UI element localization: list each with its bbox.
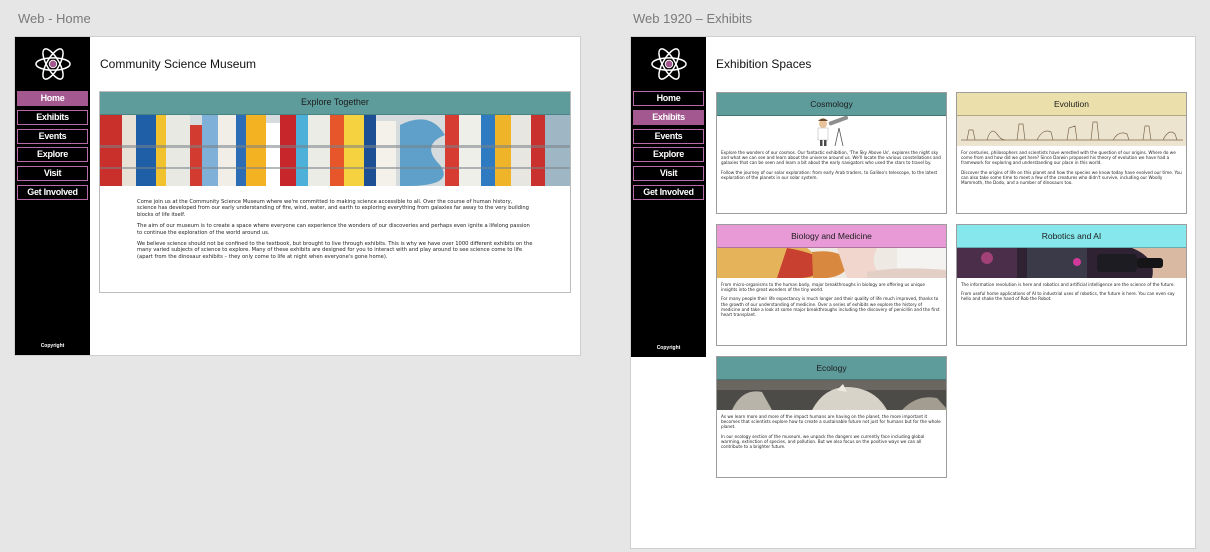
cosmology-telescope-image <box>717 116 946 146</box>
card-heading: Robotics and AI <box>957 225 1186 248</box>
card-heading: Biology and Medicine <box>717 225 946 248</box>
nav-exhibits[interactable]: Exhibits <box>633 109 704 125</box>
aim-paragraph: The aim of our museum is to create a spa… <box>137 223 530 236</box>
robotics-vr-image <box>957 248 1186 278</box>
page-title: Exhibition Spaces <box>716 57 812 71</box>
exhibit-card-evolution[interactable]: Evolution For centuries, philosophers an… <box>956 92 1187 214</box>
exhibits-paragraph: We believe science should not be confine… <box>137 241 533 260</box>
card-paragraph: Follow the journey of our solar explorat… <box>721 169 938 180</box>
nav-explore[interactable]: Explore <box>633 147 704 163</box>
artboard-label-exhibits[interactable]: Web 1920 – Exhibits <box>633 11 752 26</box>
nav-visit[interactable]: Visit <box>17 166 88 182</box>
card-paragraph: From useful home applications of AI to i… <box>961 291 1175 302</box>
card-paragraph: For many people their life expectancy is… <box>721 296 940 318</box>
card-heading: Evolution <box>957 93 1186 116</box>
card-paragraph: Discover the origins of life on this pla… <box>961 169 1182 186</box>
copyright-text: Copyright <box>656 345 681 351</box>
nav-get-involved[interactable]: Get Involved <box>17 184 88 200</box>
exhibit-card-robotics-ai[interactable]: Robotics and AI The information revoluti… <box>956 224 1187 346</box>
card-paragraph: As we learn more and more of the impact … <box>721 414 941 430</box>
exhibit-card-biology-medicine[interactable]: Biology and Medicine From micro-organism… <box>716 224 947 346</box>
nav-explore[interactable]: Explore <box>17 147 88 163</box>
atom-logo-icon <box>35 48 71 80</box>
exhibit-card-ecology[interactable]: Ecology As we learn more and more of the… <box>716 356 947 478</box>
card-heading: Cosmology <box>717 93 946 116</box>
card-paragraph: Explore the wonders of our cosmos. Our f… <box>721 150 941 166</box>
nav-get-involved[interactable]: Get Involved <box>633 184 704 200</box>
feature-text: Come join us at the Community Science Mu… <box>100 186 570 260</box>
sidebar: Home Exhibits Events Explore Visit Get I… <box>15 37 90 355</box>
page-title: Community Science Museum <box>100 57 257 71</box>
intro-paragraph: Come join us at the Community Science Mu… <box>137 199 529 218</box>
card-paragraph: From micro-organisms to the human body, … <box>721 282 925 293</box>
card-body: Explore the wonders of our cosmos. Our f… <box>717 146 946 188</box>
feature-heading: Explore Together <box>100 92 570 115</box>
card-body: As we learn more and more of the impact … <box>717 410 946 457</box>
atom-logo-icon <box>651 48 687 80</box>
biology-heart-image <box>717 248 946 278</box>
main-nav: Home Exhibits Events Explore Visit Get I… <box>17 91 88 204</box>
copyright-text: Copyright <box>40 343 65 349</box>
card-body: The information revolution is here and r… <box>957 278 1186 310</box>
card-body: For centuries, philosophers and scientis… <box>957 146 1186 193</box>
card-body: From micro-organisms to the human body, … <box>717 278 946 325</box>
nav-home[interactable]: Home <box>633 91 704 106</box>
nav-visit[interactable]: Visit <box>633 166 704 182</box>
sidebar: Home Exhibits Events Explore Visit Get I… <box>631 37 706 357</box>
artboard-exhibits: Home Exhibits Events Explore Visit Get I… <box>630 36 1196 549</box>
feature-image-colorful-wall <box>100 115 570 186</box>
main-nav: Home Exhibits Events Explore Visit Get I… <box>633 91 704 204</box>
card-heading: Ecology <box>717 357 946 380</box>
card-paragraph: In our ecology section of the museum, we… <box>721 433 925 450</box>
nav-exhibits[interactable]: Exhibits <box>17 109 88 125</box>
artboard-label-home[interactable]: Web - Home <box>18 11 91 26</box>
card-paragraph: The information revolution is here and r… <box>961 282 1175 287</box>
nav-events[interactable]: Events <box>17 128 88 144</box>
nav-events[interactable]: Events <box>633 128 704 144</box>
artboard-home: Home Exhibits Events Explore Visit Get I… <box>14 36 581 356</box>
evolution-sketch-image <box>957 116 1186 146</box>
nav-home[interactable]: Home <box>17 91 88 106</box>
exhibit-card-cosmology[interactable]: Cosmology Explore the wonders of our cos… <box>716 92 947 214</box>
ecology-skeleton-image <box>717 380 946 410</box>
feature-card: Explore Together Come join us at the Com… <box>99 91 571 293</box>
card-paragraph: For centuries, philosophers and scientis… <box>961 150 1176 166</box>
